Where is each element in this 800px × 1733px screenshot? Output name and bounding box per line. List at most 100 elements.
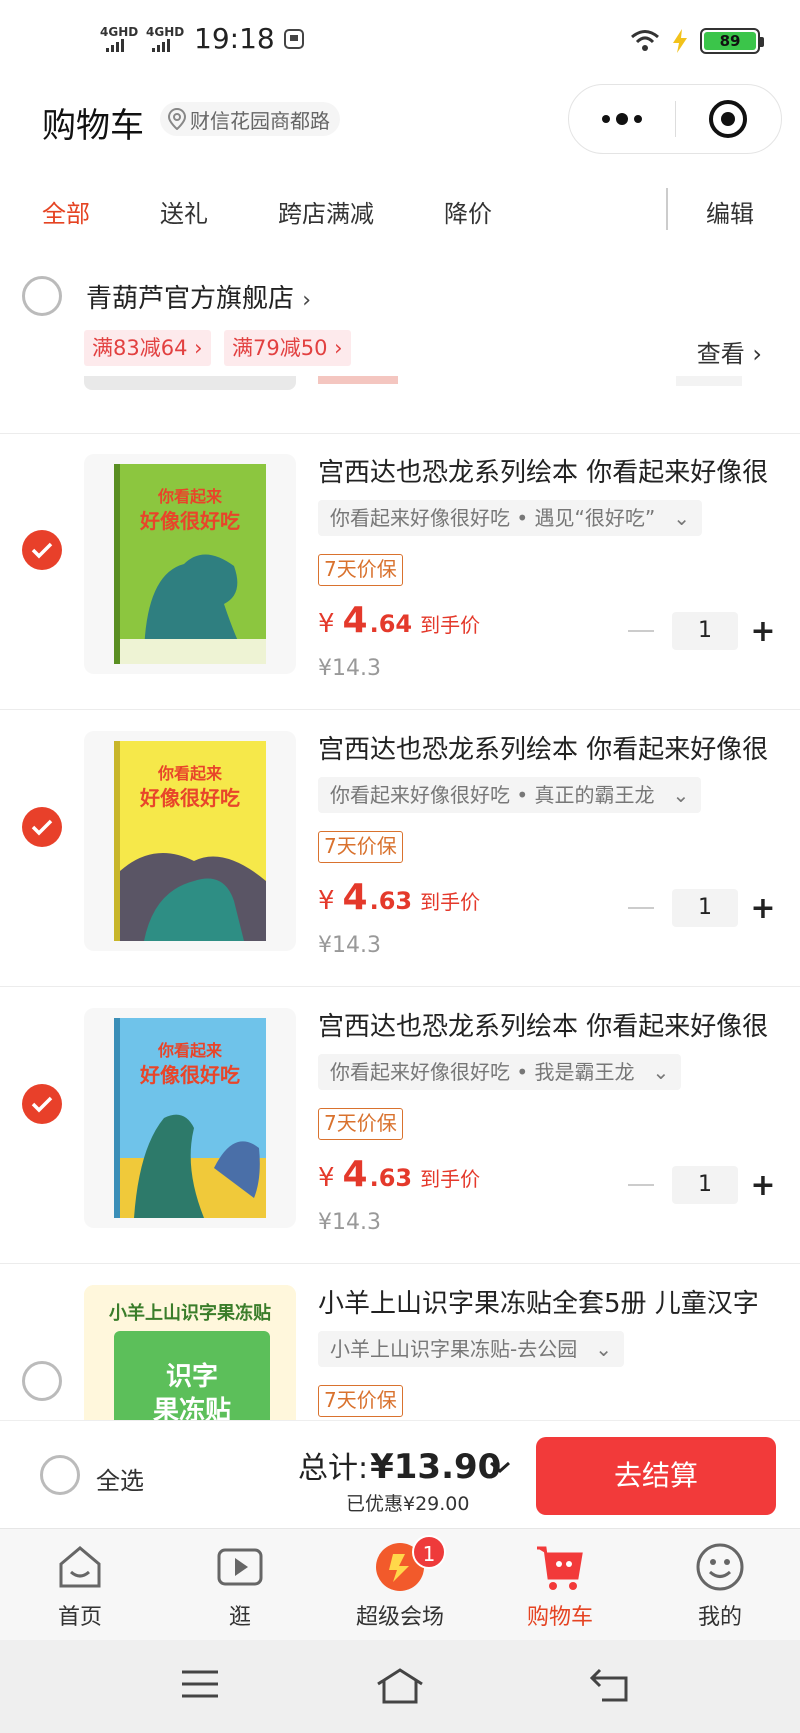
original-price: ¥14.3 <box>318 656 381 681</box>
checkout-bar: 全选 总计: ¥13.90 已优惠¥29.00 去结算 <box>0 1420 800 1528</box>
variant-selector[interactable]: 小羊上山识字果冻贴-去公园 ⌄ <box>318 1331 624 1367</box>
edit-button[interactable]: 编辑 <box>706 194 754 229</box>
location-pin-icon <box>168 108 186 130</box>
cart-item[interactable]: 你看起来 好像很好吃 宫西达也恐龙系列绘本 你看起来好像很 你看起来好像很好吃 … <box>0 434 800 710</box>
bottom-nav: 首页 逛 1 超级会场 购物车 我的 <box>0 1528 800 1640</box>
profile-smiley-icon <box>696 1543 744 1591</box>
close-mini-program-button[interactable] <box>676 85 782 153</box>
product-title[interactable]: 宫西达也恐龙系列绘本 你看起来好像很 <box>318 729 788 766</box>
system-navigation-bar <box>0 1640 800 1733</box>
tab-gift[interactable]: 送礼 <box>160 194 208 229</box>
target-circle-icon <box>709 100 748 138</box>
price-protection-tag: 7天价保 <box>318 554 403 586</box>
final-price: ¥4.64 到手价 <box>318 600 481 641</box>
total-price: 总计: ¥13.90 <box>298 1447 502 1487</box>
quantity-stepper: 1 + <box>628 1166 778 1204</box>
location-selector[interactable]: 财信花园商都路 <box>160 102 340 136</box>
shop-select-checkbox[interactable] <box>22 276 62 316</box>
variant-selector[interactable]: 你看起来好像很好吃 • 我是霸王龙 ⌄ <box>318 1054 682 1090</box>
nav-browse[interactable]: 逛 <box>180 1539 300 1631</box>
variant-selector[interactable]: 你看起来好像很好吃 • 真正的霸王龙 ⌄ <box>318 777 702 813</box>
final-price: ¥4.63 到手价 <box>318 877 481 918</box>
price-protection-tag: 7天价保 <box>318 1108 403 1140</box>
variant-selector[interactable]: 你看起来好像很好吃 • 遇见“很好吃” ⌄ <box>318 500 702 536</box>
back-icon[interactable] <box>588 1666 632 1704</box>
nav-super-venue[interactable]: 1 超级会场 <box>340 1535 460 1631</box>
book-cover-text: 你看起来 <box>157 487 223 506</box>
original-price: ¥14.3 <box>318 1210 381 1235</box>
select-all-checkbox[interactable] <box>40 1455 80 1495</box>
product-title[interactable]: 宫西达也恐龙系列绘本 你看起来好像很 <box>318 1006 788 1043</box>
chevron-down-icon: ⌄ <box>672 783 690 807</box>
increase-button[interactable]: + <box>748 891 778 926</box>
item-select-checkbox[interactable] <box>22 807 62 847</box>
nav-mine[interactable]: 我的 <box>660 1539 780 1631</box>
chevron-down-icon: ⌄ <box>673 506 690 530</box>
quantity-field[interactable]: 1 <box>672 612 738 650</box>
final-price: ¥4.63 到手价 <box>318 1154 481 1195</box>
cart-item-list[interactable]: 你看起来 好像很好吃 宫西达也恐龙系列绘本 你看起来好像很 你看起来好像很好吃 … <box>0 376 800 1420</box>
item-select-checkbox[interactable] <box>22 1084 62 1124</box>
book-cover-text: 你看起来 <box>157 1041 223 1060</box>
notification-badge: 1 <box>412 1535 446 1569</box>
chevron-down-icon: ⌄ <box>652 1060 670 1084</box>
discount-amount: 已优惠¥29.00 <box>346 1493 470 1515</box>
home-icon <box>59 1546 101 1588</box>
tab-all[interactable]: 全部 <box>42 194 90 229</box>
increase-button[interactable]: + <box>748 614 778 649</box>
menu-icon[interactable] <box>180 1666 220 1702</box>
shop-header: 青葫芦官方旗舰店 › 满83减64 › 满79减50 › 查看 › <box>0 246 800 376</box>
home-icon[interactable] <box>374 1666 426 1706</box>
cart-item[interactable]: 小羊上山识字果冻贴 识字 果冻贴 小羊上山识字果冻贴全套5册 儿童汉字 小羊上山… <box>0 1265 800 1420</box>
quantity-field[interactable]: 1 <box>672 1166 738 1204</box>
filter-tabs: 全部 送礼 跨店满减 降价 编辑 <box>0 172 800 246</box>
cellular-signal-icon: 4GHD <box>100 26 138 52</box>
nav-home[interactable]: 首页 <box>20 1539 140 1631</box>
book-cover-text: 好像很好吃 <box>139 509 240 533</box>
item-select-checkbox[interactable] <box>22 530 62 570</box>
clock: 19:18 <box>194 22 275 55</box>
charging-icon <box>673 29 687 53</box>
nav-cart[interactable]: 购物车 <box>500 1539 620 1631</box>
quantity-field[interactable]: 1 <box>672 889 738 927</box>
book-cover-text: 你看起来 <box>157 764 223 783</box>
checkout-button[interactable]: 去结算 <box>536 1437 776 1515</box>
decrease-button[interactable] <box>628 1184 654 1186</box>
more-dots-icon <box>601 113 642 125</box>
view-promotions-link[interactable]: 查看 › <box>697 334 762 369</box>
app-notification-icon <box>283 28 304 49</box>
decrease-button[interactable] <box>628 630 654 632</box>
checkmark-icon <box>31 819 53 836</box>
select-all-label[interactable]: 全选 <box>96 1461 144 1496</box>
promo-tag[interactable]: 满79减50 › <box>224 330 351 366</box>
product-banner-text: 小羊上山识字果冻贴 <box>109 1302 271 1324</box>
wifi-icon <box>631 30 659 51</box>
checkmark-icon <box>31 1096 53 1113</box>
page-title: 购物车 <box>42 106 144 146</box>
price-protection-tag: 7天价保 <box>318 1385 403 1417</box>
cart-item[interactable]: 你看起来 好像很好吃 宫西达也恐龙系列绘本 你看起来好像很 你看起来好像很好吃 … <box>0 988 800 1264</box>
product-image[interactable]: 小羊上山识字果冻贴 识字 果冻贴 <box>84 1285 296 1420</box>
status-bar: 4GHD 4GHD 19:18 89 <box>0 0 800 88</box>
increase-button[interactable]: + <box>748 1168 778 1203</box>
chevron-down-icon[interactable] <box>488 1459 512 1475</box>
shop-name[interactable]: 青葫芦官方旗舰店 › <box>86 278 311 315</box>
cart-item[interactable]: 你看起来 好像很好吃 宫西达也恐龙系列绘本 你看起来好像很 你看起来好像很好吃 … <box>0 711 800 987</box>
product-image[interactable]: 你看起来 好像很好吃 <box>84 1008 296 1228</box>
more-menu-button[interactable] <box>569 85 675 153</box>
book-cover-text: 好像很好吃 <box>139 1063 240 1087</box>
product-title[interactable]: 宫西达也恐龙系列绘本 你看起来好像很 <box>318 452 788 489</box>
decrease-button[interactable] <box>628 907 654 909</box>
mini-program-capsule <box>568 84 782 154</box>
product-cover-text: 识字 <box>166 1361 218 1392</box>
tab-price-drop[interactable]: 降价 <box>444 194 492 229</box>
quantity-stepper: 1 + <box>628 889 778 927</box>
shopping-cart-icon <box>537 1546 583 1590</box>
product-image[interactable]: 你看起来 好像很好吃 <box>84 454 296 674</box>
product-title[interactable]: 小羊上山识字果冻贴全套5册 儿童汉字 <box>318 1283 788 1320</box>
original-price: ¥14.3 <box>318 933 381 958</box>
product-image[interactable]: 你看起来 好像很好吃 <box>84 731 296 951</box>
tab-cross-store[interactable]: 跨店满减 <box>278 194 374 229</box>
item-select-checkbox[interactable] <box>22 1361 62 1401</box>
promo-tag[interactable]: 满83减64 › <box>84 330 211 366</box>
